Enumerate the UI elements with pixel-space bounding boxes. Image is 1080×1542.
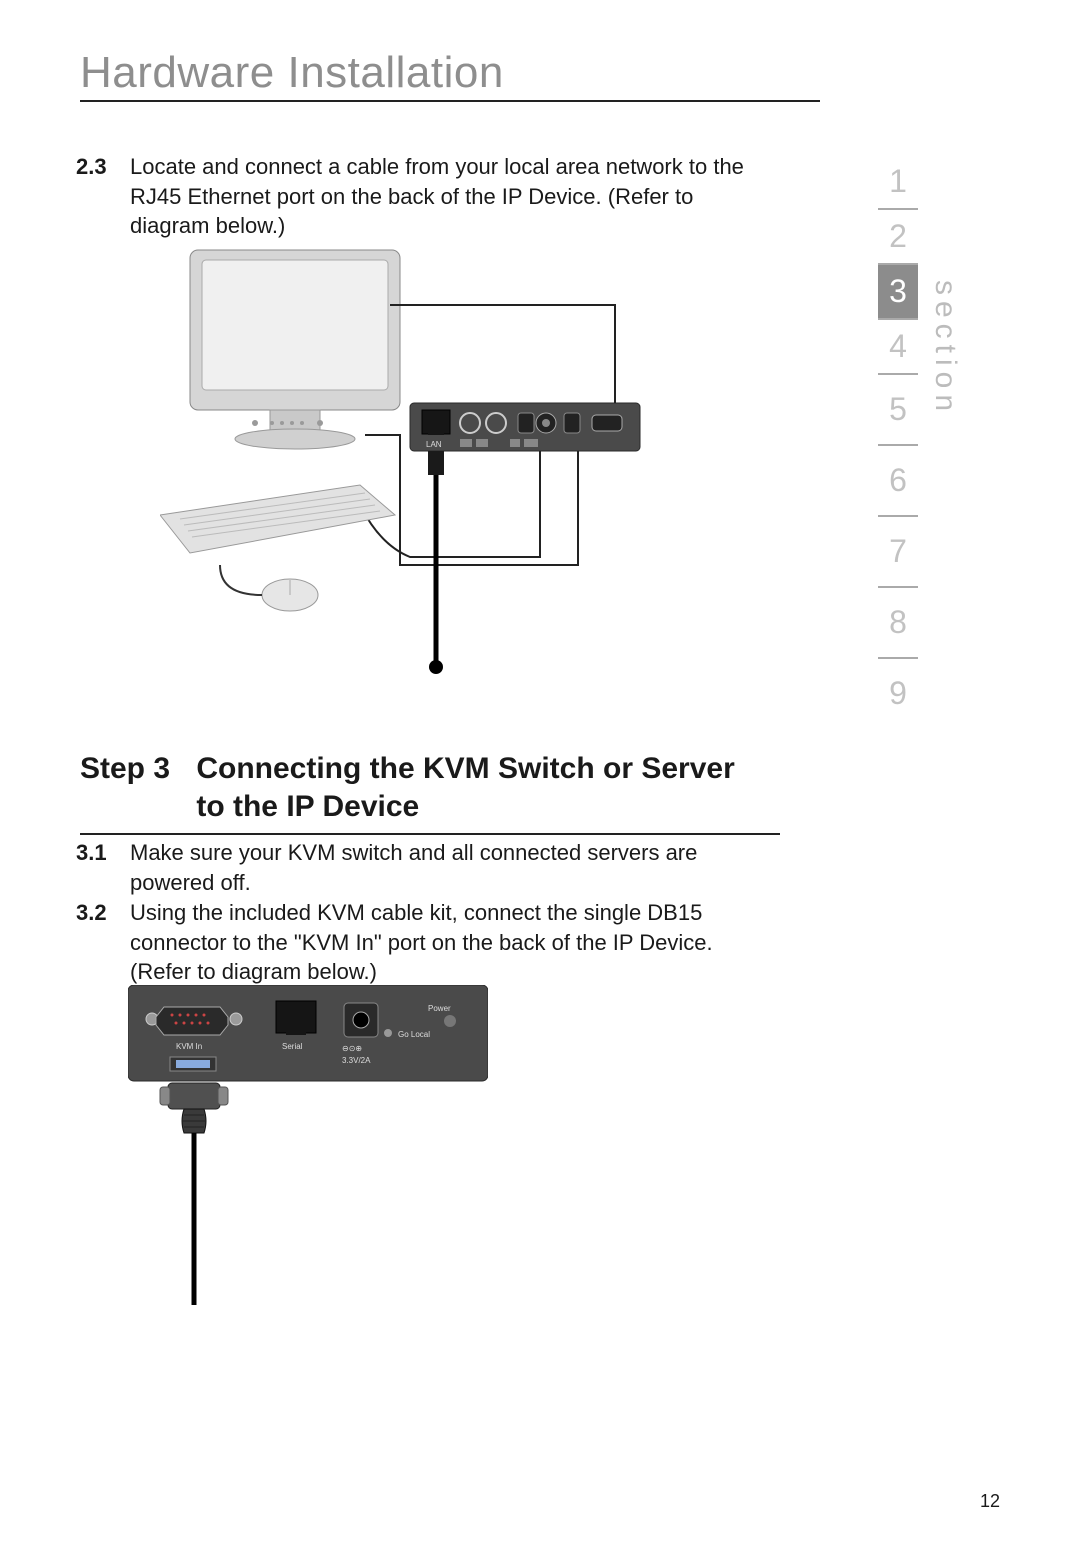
- section-nav-item-1[interactable]: 1: [878, 155, 918, 210]
- svg-text:Power: Power: [428, 1004, 451, 1013]
- title-rule: [80, 100, 820, 102]
- paragraph-number: 2.3: [76, 152, 107, 182]
- section-nav-item-7[interactable]: 7: [878, 517, 918, 588]
- ethernet-cable-icon: [428, 451, 444, 674]
- svg-text:⊖⊙⊕: ⊖⊙⊕: [342, 1044, 362, 1053]
- section-side-label: section: [928, 280, 962, 417]
- step-rule: [80, 833, 780, 835]
- mouse-icon: [220, 565, 318, 611]
- page-number: 12: [980, 1491, 1000, 1512]
- db15-connector-icon: [160, 1083, 228, 1133]
- section-nav-item-5[interactable]: 5: [878, 375, 918, 446]
- paragraph-text: Make sure your KVM switch and all connec…: [130, 840, 697, 895]
- section-nav-item-2[interactable]: 2: [878, 210, 918, 265]
- paragraph-number: 3.1: [76, 838, 107, 868]
- section-nav-item-9[interactable]: 9: [878, 659, 918, 728]
- ip-device-rear-icon: LAN: [410, 403, 640, 451]
- paragraph-text: Locate and connect a cable from your loc…: [130, 154, 744, 238]
- page-title: Hardware Installation: [80, 48, 504, 98]
- paragraph-number: 3.2: [76, 898, 107, 928]
- section-nav-item-6[interactable]: 6: [878, 446, 918, 517]
- svg-text:Go Local: Go Local: [398, 1030, 430, 1039]
- paragraph-2-3: 2.3 Locate and connect a cable from your…: [130, 152, 770, 241]
- paragraph-3-2: 3.2 Using the included KVM cable kit, co…: [130, 898, 770, 987]
- step-3-heading-block: Step 3 Connecting the KVM Switch or Serv…: [80, 750, 780, 835]
- section-nav-item-4[interactable]: 4: [878, 320, 918, 375]
- section-nav-item-8[interactable]: 8: [878, 588, 918, 659]
- svg-text:3.3V/2A: 3.3V/2A: [342, 1056, 371, 1065]
- keyboard-icon: [160, 485, 395, 553]
- diagram-lan-connection: LAN: [160, 245, 660, 680]
- section-nav-item-3[interactable]: 3: [878, 265, 918, 320]
- monitor-icon: [190, 250, 400, 449]
- step-title: Connecting the KVM Switch or Server to t…: [196, 750, 756, 825]
- step-label: Step 3: [80, 750, 188, 788]
- svg-text:KVM In: KVM In: [176, 1042, 202, 1051]
- paragraph-3-1: 3.1 Make sure your KVM switch and all co…: [130, 838, 770, 897]
- paragraph-text: Using the included KVM cable kit, connec…: [130, 900, 713, 984]
- svg-text:LAN: LAN: [426, 440, 442, 449]
- diagram-kvm-connection: KVM In Serial Go Local Power ⊖⊙⊕ 3.3V/2A: [128, 985, 488, 1305]
- section-nav: 1 2 3 4 5 6 7 8 9: [878, 155, 918, 728]
- svg-text:Serial: Serial: [282, 1042, 303, 1051]
